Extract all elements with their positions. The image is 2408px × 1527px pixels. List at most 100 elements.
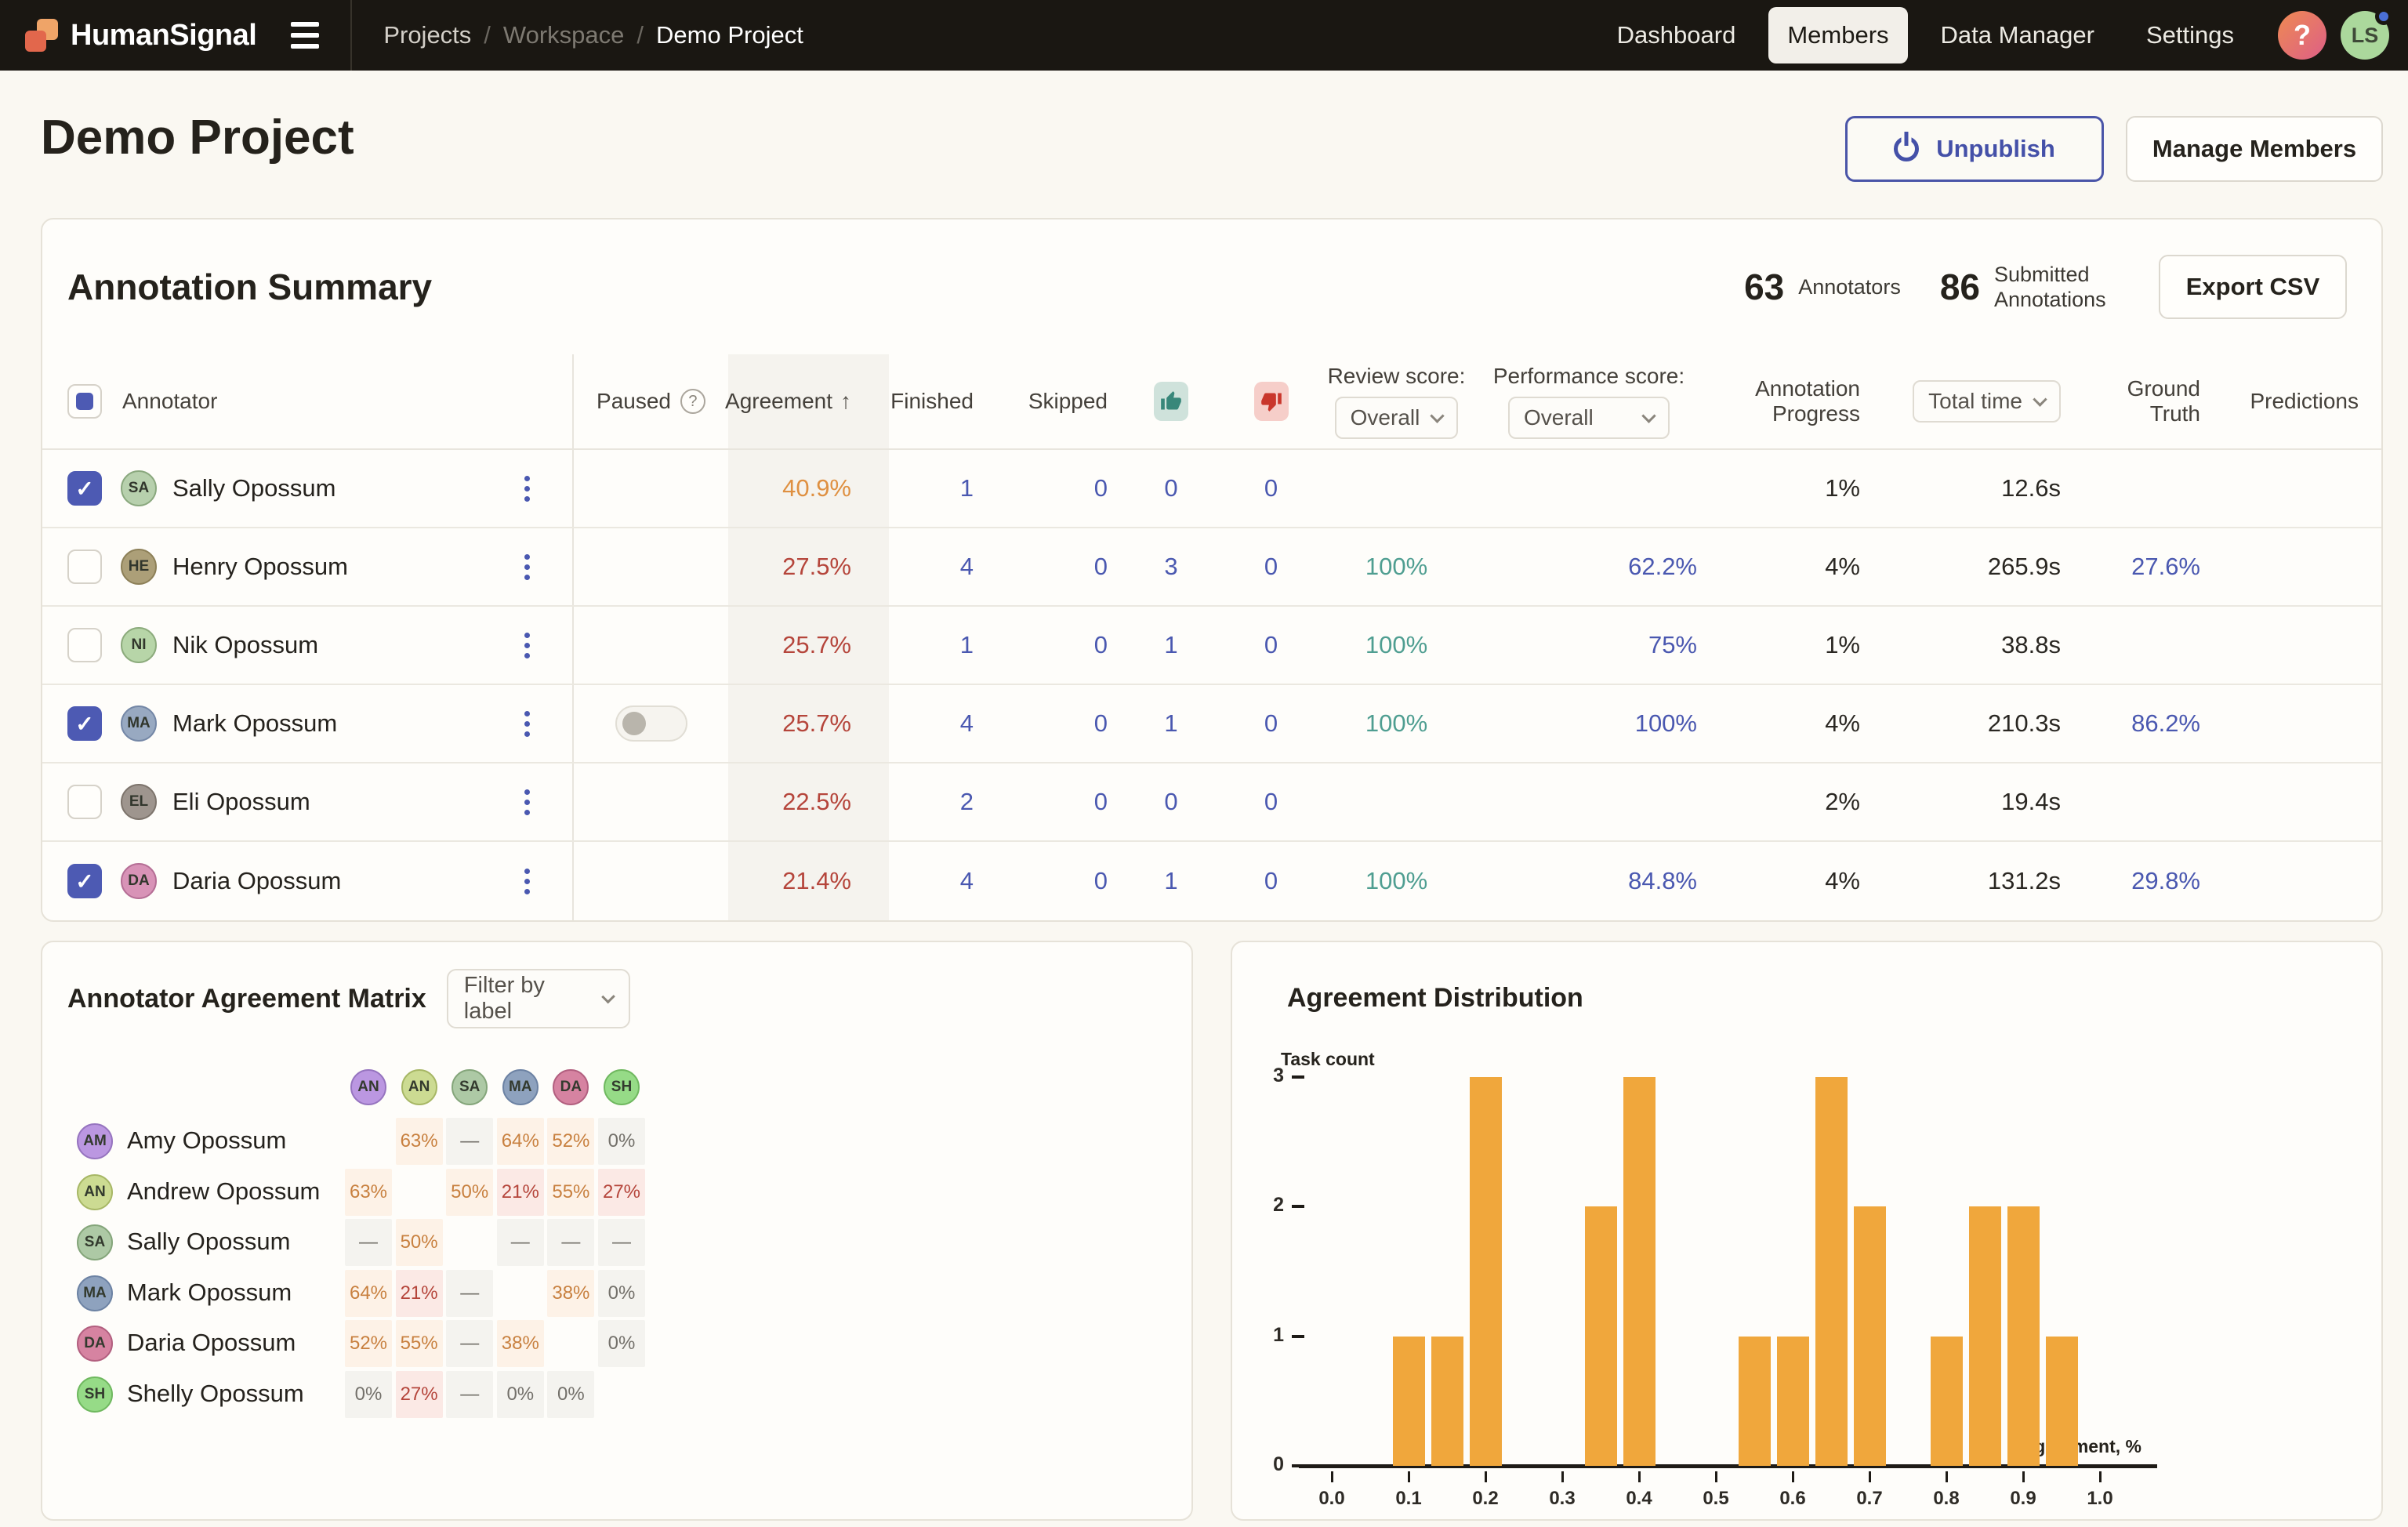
row-menu-button[interactable] (520, 471, 535, 506)
agreement-column-header[interactable]: Agreement ↑ (728, 354, 889, 448)
skipped-column-header: Skipped (983, 354, 1112, 448)
finished-count[interactable]: 4 (960, 553, 974, 581)
finished-count[interactable]: 2 (960, 788, 974, 816)
help-icon[interactable]: ? (2278, 11, 2326, 60)
agreement-value: 25.7% (782, 631, 851, 659)
matrix-row-avatar: AN (77, 1174, 113, 1210)
ground-truth-value[interactable]: 29.8% (2131, 867, 2200, 895)
rejected-count[interactable]: 0 (1264, 788, 1278, 816)
manage-members-button[interactable]: Manage Members (2126, 116, 2383, 182)
performance-score-value[interactable]: 75% (1648, 631, 1697, 659)
nav-divider (350, 0, 352, 71)
nav-data-manager[interactable]: Data Manager (1922, 7, 2113, 63)
finished-count[interactable]: 4 (960, 867, 974, 895)
matrix-cell: 0% (598, 1118, 645, 1165)
paused-help-icon[interactable]: ? (680, 389, 705, 414)
matrix-row-avatar: DA (77, 1326, 113, 1362)
rejected-count[interactable]: 0 (1264, 553, 1278, 581)
skipped-count[interactable]: 0 (1094, 788, 1108, 816)
total-time-column-header: Total time (1865, 354, 2069, 448)
total-time-value: 265.9s (1988, 553, 2061, 581)
x-tick-mark (1331, 1471, 1333, 1482)
row-menu-button[interactable] (520, 550, 535, 585)
matrix-cell: 0% (345, 1371, 392, 1418)
annotation-progress-value: 4% (1825, 709, 1860, 738)
matrix-cell: — (547, 1219, 594, 1266)
histogram-plot: Task count Agreement, % 0.00.10.20.30.40… (1232, 942, 2381, 1519)
finished-count[interactable]: 4 (960, 709, 974, 738)
nav-members[interactable]: Members (1768, 7, 1907, 63)
breadcrumb-workspace[interactable]: Workspace (503, 21, 625, 49)
review-score-value[interactable]: 100% (1365, 631, 1427, 659)
accepted-count[interactable]: 0 (1164, 788, 1177, 816)
review-score-value[interactable]: 100% (1365, 867, 1427, 895)
review-score-select[interactable]: Overall (1335, 397, 1459, 439)
humansignal-logo[interactable]: HumanSignal (24, 17, 256, 53)
row-checkbox[interactable] (67, 864, 102, 898)
row-menu-button[interactable] (520, 864, 535, 899)
breadcrumb-current: Demo Project (656, 21, 803, 49)
rejected-count[interactable]: 0 (1264, 474, 1278, 502)
filter-by-label-select[interactable]: Filter by label (447, 969, 630, 1028)
skipped-count[interactable]: 0 (1094, 474, 1108, 502)
table-row: MA Mark Opossum 25.7% 4 0 1 0 100% 100% … (42, 685, 2381, 764)
row-menu-button[interactable] (520, 628, 535, 663)
thumbs-up-icon (1154, 382, 1188, 421)
select-all-checkbox[interactable] (67, 384, 102, 419)
matrix-cell: — (446, 1270, 493, 1317)
performance-score-select[interactable]: Overall (1508, 397, 1670, 439)
performance-score-value[interactable]: 84.8% (1628, 867, 1697, 895)
y-tick-mark (1292, 1075, 1304, 1079)
chevron-down-icon (1641, 408, 1656, 423)
breadcrumb-projects[interactable]: Projects (383, 21, 471, 49)
accepted-count[interactable]: 0 (1164, 474, 1177, 502)
rejected-column-header (1230, 354, 1312, 448)
row-menu-button[interactable] (520, 706, 535, 742)
skipped-count[interactable]: 0 (1094, 553, 1108, 581)
histogram-bar (1969, 1206, 2001, 1466)
total-time-value: 19.4s (2001, 788, 2061, 816)
rejected-count[interactable]: 0 (1264, 631, 1278, 659)
finished-count[interactable]: 1 (960, 631, 974, 659)
matrix-cell: 55% (547, 1169, 594, 1216)
rejected-count[interactable]: 0 (1264, 709, 1278, 738)
performance-score-value[interactable]: 62.2% (1628, 553, 1697, 581)
row-checkbox[interactable] (67, 706, 102, 741)
matrix-cell (396, 1169, 443, 1216)
finished-count[interactable]: 1 (960, 474, 974, 502)
export-csv-button[interactable]: Export CSV (2159, 255, 2347, 319)
annotator-avatar: DA (121, 863, 157, 899)
skipped-count[interactable]: 0 (1094, 867, 1108, 895)
matrix-cell: 63% (396, 1118, 443, 1165)
row-checkbox[interactable] (67, 785, 102, 819)
agreement-value: 40.9% (782, 474, 851, 502)
unpublish-button[interactable]: Unpublish (1845, 116, 2104, 182)
nav-settings[interactable]: Settings (2127, 7, 2253, 63)
table-body: SA Sally Opossum 40.9% 1 0 0 0 1% 12.6s … (42, 450, 2381, 920)
ground-truth-value[interactable]: 27.6% (2131, 553, 2200, 581)
nav-dashboard[interactable]: Dashboard (1598, 7, 1755, 63)
review-score-value[interactable]: 100% (1365, 553, 1427, 581)
matrix-column-avatar: DA (553, 1069, 589, 1105)
total-time-select[interactable]: Total time (1913, 380, 2061, 423)
row-checkbox[interactable] (67, 628, 102, 662)
hamburger-menu-icon[interactable] (291, 22, 319, 49)
skipped-count[interactable]: 0 (1094, 631, 1108, 659)
accepted-count[interactable]: 1 (1164, 709, 1177, 738)
accepted-count[interactable]: 3 (1164, 553, 1177, 581)
histogram-bar (1431, 1337, 1463, 1466)
row-checkbox[interactable] (67, 550, 102, 584)
review-score-value[interactable]: 100% (1365, 709, 1427, 738)
rejected-count[interactable]: 0 (1264, 867, 1278, 895)
performance-score-value[interactable]: 100% (1635, 709, 1697, 738)
matrix-cell: 38% (547, 1270, 594, 1317)
accepted-count[interactable]: 1 (1164, 631, 1177, 659)
paused-toggle[interactable] (615, 705, 687, 742)
skipped-count[interactable]: 0 (1094, 709, 1108, 738)
row-menu-button[interactable] (520, 785, 535, 820)
x-tick-label: 0.0 (1300, 1488, 1363, 1510)
accepted-count[interactable]: 1 (1164, 867, 1177, 895)
row-checkbox[interactable] (67, 471, 102, 506)
user-avatar[interactable]: LS (2341, 11, 2389, 60)
ground-truth-value[interactable]: 86.2% (2131, 709, 2200, 738)
